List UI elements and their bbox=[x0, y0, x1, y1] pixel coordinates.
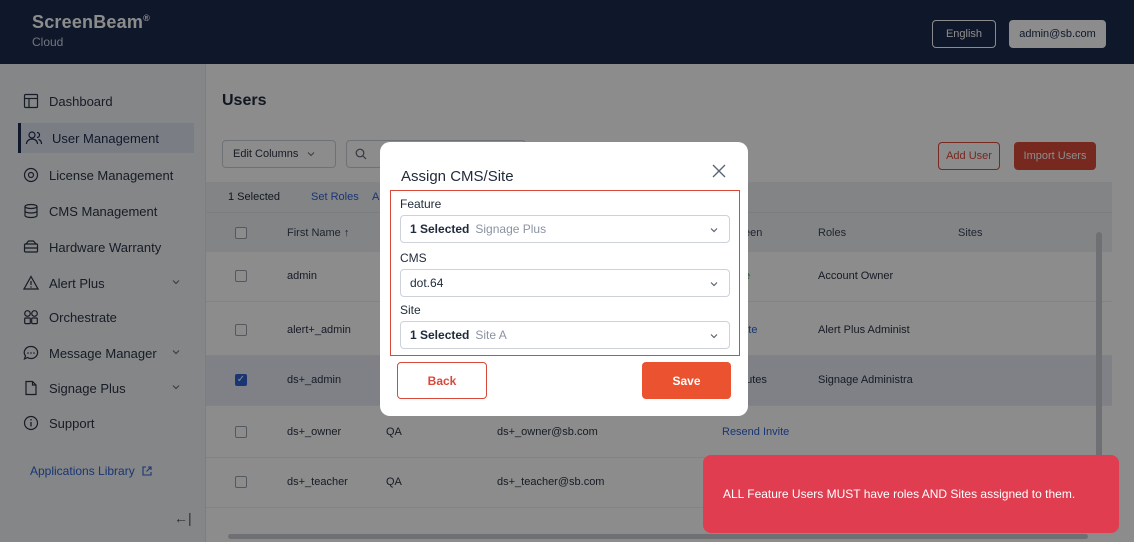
site-select[interactable]: 1 Selected Site A bbox=[400, 321, 730, 349]
save-button[interactable]: Save bbox=[642, 362, 731, 399]
chevron-down-icon bbox=[710, 334, 718, 339]
feature-selected-count: 1 Selected bbox=[410, 222, 470, 236]
error-toast: ALL Feature Users MUST have roles AND Si… bbox=[703, 455, 1119, 533]
cms-select[interactable]: dot.64 bbox=[400, 269, 730, 297]
cms-selected-value: dot.64 bbox=[410, 276, 444, 290]
dialog-title: Assign CMS/Site bbox=[401, 168, 514, 185]
cms-label: CMS bbox=[400, 251, 427, 265]
toast-message: ALL Feature Users MUST have roles AND Si… bbox=[723, 487, 1076, 501]
site-selected-count: 1 Selected bbox=[410, 328, 470, 342]
close-icon[interactable] bbox=[710, 162, 728, 180]
chevron-down-icon bbox=[710, 282, 718, 287]
assign-cms-site-dialog: Assign CMS/Site Feature 1 Selected Signa… bbox=[380, 142, 748, 416]
feature-label: Feature bbox=[400, 197, 442, 211]
feature-selected-value: Signage Plus bbox=[475, 222, 547, 236]
site-selected-value: Site A bbox=[475, 328, 507, 342]
assignment-fields: Feature 1 Selected Signage Plus CMS dot.… bbox=[390, 190, 740, 356]
site-label: Site bbox=[400, 303, 421, 317]
feature-select[interactable]: 1 Selected Signage Plus bbox=[400, 215, 730, 243]
chevron-down-icon bbox=[710, 228, 718, 233]
back-button[interactable]: Back bbox=[397, 362, 487, 399]
